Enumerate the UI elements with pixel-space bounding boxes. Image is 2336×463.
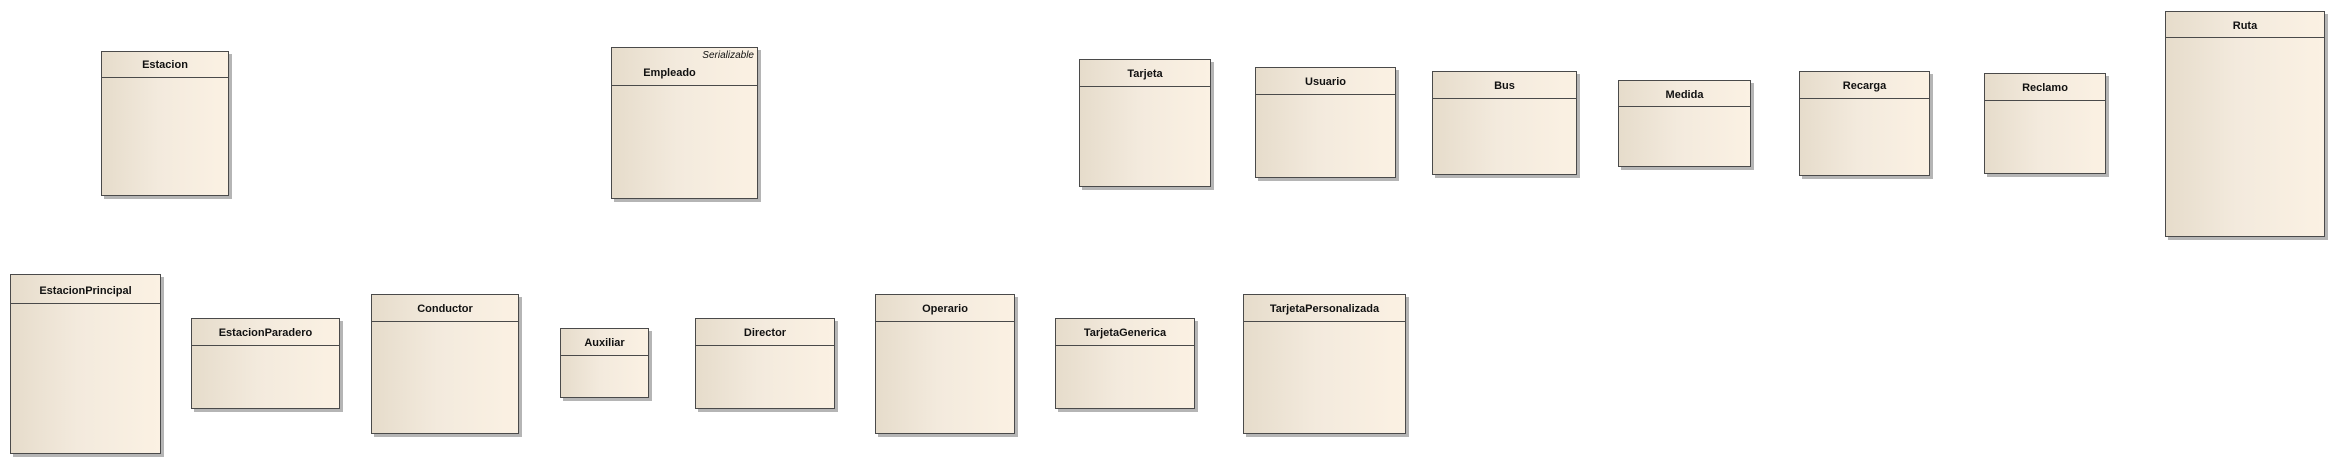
class-recarga[interactable]: Recarga: [1799, 71, 1930, 176]
class-name-usuario: Usuario: [1305, 76, 1346, 88]
class-header: Serializable Empleado: [612, 48, 757, 86]
class-bus[interactable]: Bus: [1432, 71, 1577, 175]
class-name-bus: Bus: [1494, 80, 1515, 92]
class-auxiliar[interactable]: Auxiliar: [560, 328, 649, 398]
class-name-operario: Operario: [922, 303, 968, 315]
class-estacion[interactable]: Estacion: [101, 51, 229, 196]
class-name-estacion-paradero: EstacionParadero: [218, 327, 313, 339]
class-name-tarjeta-personalizada: TarjetaPersonalizada: [1269, 303, 1380, 315]
class-header: Tarjeta: [1080, 60, 1210, 87]
class-name-conductor: Conductor: [417, 303, 473, 315]
class-tarjeta-generica[interactable]: TarjetaGenerica: [1055, 318, 1195, 409]
class-name-tarjeta: Tarjeta: [1127, 68, 1163, 80]
class-header: EstacionPrincipal: [11, 275, 160, 304]
class-name-medida: Medida: [1665, 89, 1704, 101]
class-header: Recarga: [1800, 72, 1929, 99]
class-ruta[interactable]: Ruta: [2165, 11, 2325, 237]
class-header: Bus: [1433, 72, 1576, 99]
class-name-ruta: Ruta: [2232, 20, 2258, 32]
class-name-tarjeta-generica: TarjetaGenerica: [1083, 327, 1167, 339]
class-header: Usuario: [1256, 68, 1395, 95]
class-name-auxiliar: Auxiliar: [584, 337, 625, 349]
class-header: Medida: [1619, 81, 1750, 107]
class-name-estacion-principal: EstacionPrincipal: [39, 285, 132, 297]
class-usuario[interactable]: Usuario: [1255, 67, 1396, 178]
class-name-director: Director: [743, 327, 787, 339]
class-empleado[interactable]: Serializable Empleado: [611, 47, 758, 199]
class-header: Estacion: [102, 52, 228, 78]
class-tarjeta[interactable]: Tarjeta: [1079, 59, 1211, 187]
class-director[interactable]: Director: [695, 318, 835, 409]
class-estacion-paradero[interactable]: EstacionParadero: [191, 318, 340, 409]
class-tarjeta-personalizada[interactable]: TarjetaPersonalizada: [1243, 294, 1406, 434]
class-header: Auxiliar: [561, 329, 648, 356]
class-operario[interactable]: Operario: [875, 294, 1015, 434]
class-estacion-principal[interactable]: EstacionPrincipal: [10, 274, 161, 454]
class-header: Conductor: [372, 295, 518, 322]
class-medida[interactable]: Medida: [1618, 80, 1751, 167]
class-name-reclamo: Reclamo: [2022, 82, 2068, 94]
class-header: Operario: [876, 295, 1014, 322]
class-reclamo[interactable]: Reclamo: [1984, 73, 2106, 174]
class-header: TarjetaGenerica: [1056, 319, 1194, 346]
class-conductor[interactable]: Conductor: [371, 294, 519, 434]
class-stereotype-empleado: Serializable: [702, 50, 754, 61]
class-header: EstacionParadero: [192, 319, 339, 346]
class-header: TarjetaPersonalizada: [1244, 295, 1405, 322]
class-header: Director: [696, 319, 834, 346]
class-header: Reclamo: [1985, 74, 2105, 101]
class-name-estacion: Estacion: [142, 59, 188, 71]
class-name-recarga: Recarga: [1842, 80, 1887, 92]
class-header: Ruta: [2166, 12, 2324, 38]
